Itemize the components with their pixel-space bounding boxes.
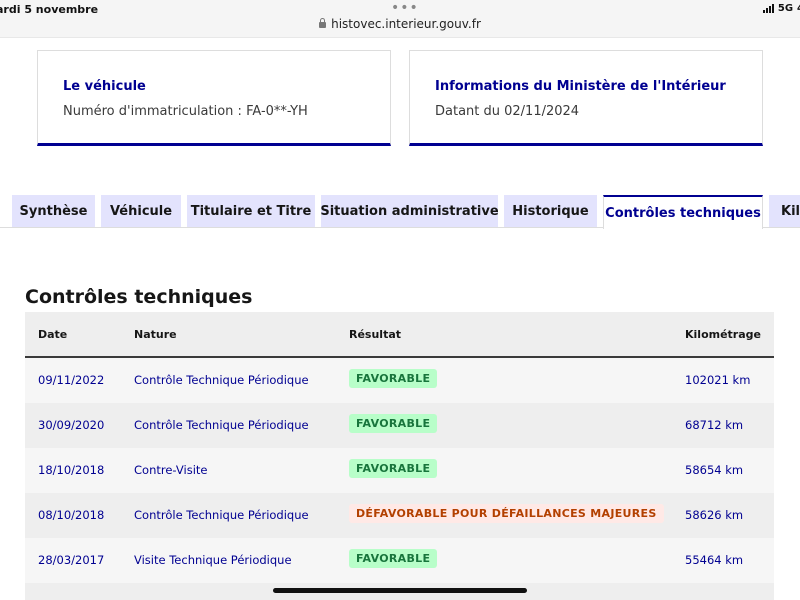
browser-status-bar: ardi 5 novembre ••• histovec.interieur.g… [0,0,800,38]
table-row: 08/10/2018 Contrôle Technique Périodique… [25,493,774,538]
tab-situation[interactable]: Situation administrative [321,195,498,227]
row-nature: Contrôle Technique Périodique [134,373,309,387]
table-row: 18/10/2018 Contre-Visite FAVORABLE 58654… [25,448,774,493]
row-date: 18/10/2018 [38,463,105,477]
row-date: 08/10/2018 [38,508,105,522]
ministry-card: Informations du Ministère de l'Intérieur… [409,50,763,146]
status-badge: FAVORABLE [349,549,438,568]
row-date: 09/11/2022 [38,373,105,387]
tab-bar: Synthèse Véhicule Titulaire et Titre Sit… [0,195,800,229]
row-km: 55464 km [685,553,744,567]
col-km: Kilométrage [685,328,761,341]
data-date: Datant du 02/11/2024 [435,104,580,119]
controls-table: Date Nature Résultat Kilométrage 09/11/2… [25,312,774,600]
col-result: Résultat [349,328,402,341]
url-text: histovec.interieur.gouv.fr [331,17,481,31]
row-nature: Contre-Visite [134,463,208,477]
vehicle-card-title: Le véhicule [63,79,146,94]
vehicle-card: Le véhicule Numéro d'immatriculation : F… [37,50,391,146]
tab-historique[interactable]: Historique [504,195,597,227]
row-km: 102021 km [685,373,751,387]
tab-synthese[interactable]: Synthèse [12,195,95,227]
tab-titulaire[interactable]: Titulaire et Titre [187,195,315,227]
status-badge: DÉFAVORABLE POUR DÉFAILLANCES MAJEURES [349,504,664,523]
registration-number: Numéro d'immatriculation : FA-0**-YH [63,104,308,119]
row-nature: Contrôle Technique Périodique [134,418,309,432]
ministry-card-title: Informations du Ministère de l'Intérieur [435,79,726,94]
lock-icon [319,18,327,28]
home-indicator[interactable] [273,588,527,593]
row-km: 58626 km [685,508,744,522]
col-date: Date [38,328,68,341]
network-label: 5G [777,3,794,14]
col-nature: Nature [134,328,177,341]
row-date: 30/09/2020 [38,418,105,432]
row-date: 28/03/2017 [38,553,105,567]
row-nature: Visite Technique Périodique [134,553,292,567]
table-row: 28/03/2017 Visite Technique Périodique F… [25,538,774,583]
table-header: Date Nature Résultat Kilométrage [25,312,774,358]
status-badge: FAVORABLE [349,414,438,433]
page-title: Contrôles techniques [25,286,253,308]
status-indicators: 5G 4 [762,3,800,14]
row-nature: Contrôle Technique Périodique [134,508,309,522]
address-bar[interactable]: histovec.interieur.gouv.fr [0,17,800,31]
status-date: ardi 5 novembre [0,3,99,16]
more-dots-icon[interactable]: ••• [391,0,419,16]
table-row: 09/11/2022 Contrôle Technique Périodique… [25,358,774,403]
signal-icon [762,4,774,13]
row-km: 58654 km [685,463,744,477]
status-badge: FAVORABLE [349,369,438,388]
tab-kilometrage[interactable]: Kil [769,195,800,227]
status-badge: FAVORABLE [349,459,438,478]
row-km: 68712 km [685,418,744,432]
tab-vehicule[interactable]: Véhicule [101,195,181,227]
tab-controles-techniques[interactable]: Contrôles techniques [603,195,763,229]
table-row: 30/09/2020 Contrôle Technique Périodique… [25,403,774,448]
